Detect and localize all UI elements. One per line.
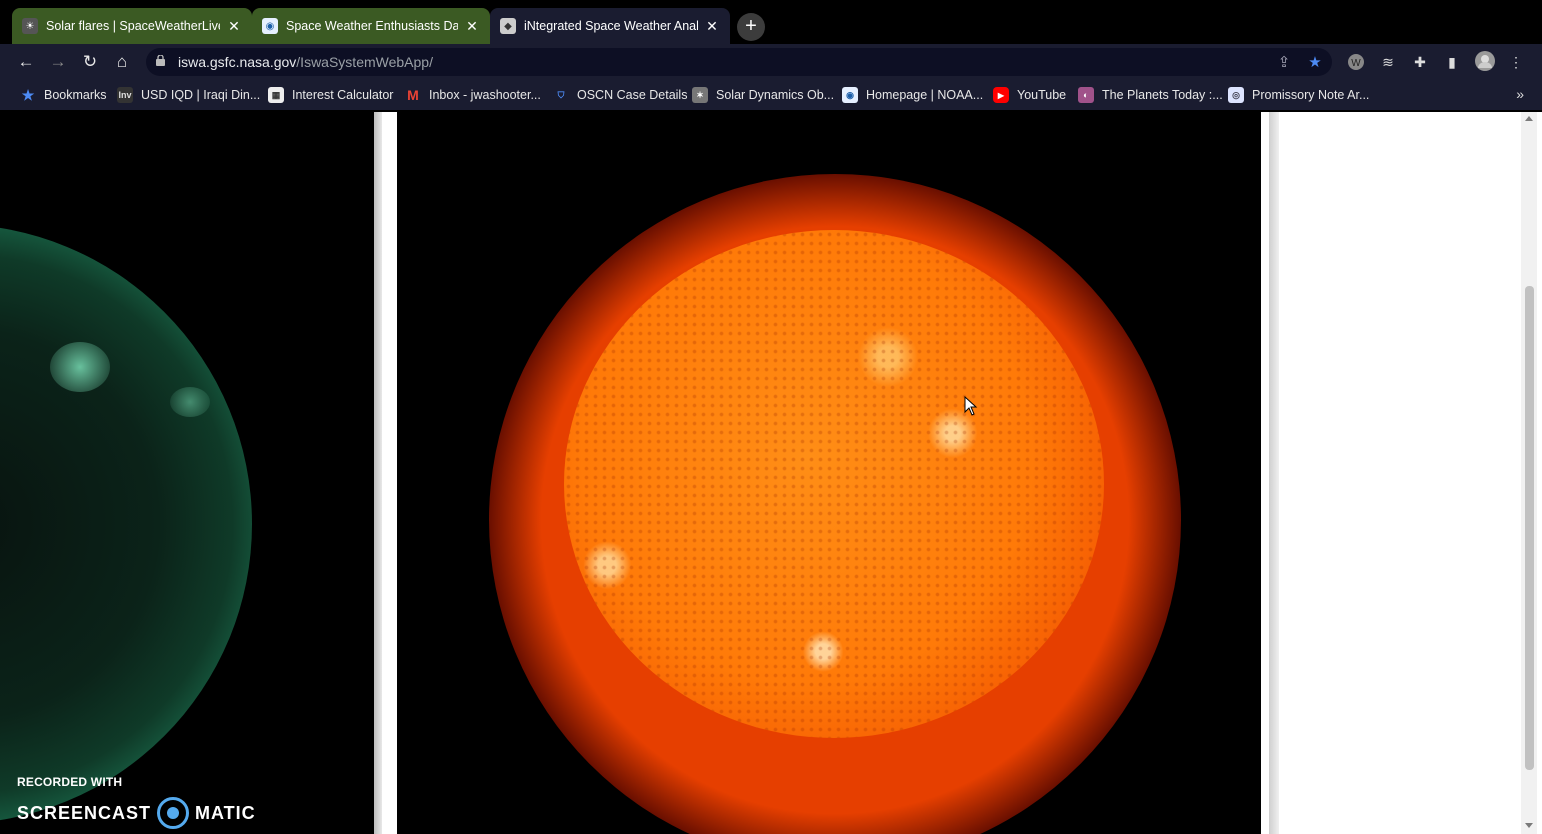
bookmark-item[interactable]: ⛉ OSCN Case Details xyxy=(553,86,688,104)
more-bookmarks-chevron-icon[interactable]: » xyxy=(1516,86,1524,102)
scroll-down-arrow-icon[interactable] xyxy=(1525,823,1533,828)
bookmark-label: OSCN Case Details xyxy=(577,88,688,102)
iswa-favicon-icon: ◆ xyxy=(500,18,516,34)
new-tab-button[interactable]: + xyxy=(737,13,765,41)
mouse-cursor-icon xyxy=(964,396,978,416)
url-text: iswa.gsfc.nasa.gov/IswaSystemWebApp/ xyxy=(178,54,433,70)
profile-avatar[interactable] xyxy=(1474,50,1496,72)
record-dot-icon xyxy=(157,797,190,829)
extension-wave-icon[interactable]: ≋ xyxy=(1379,53,1397,71)
share-icon[interactable]: ⇪ xyxy=(1275,54,1293,72)
active-region-spot xyxy=(50,342,110,392)
side-panel-icon[interactable]: ▮ xyxy=(1443,53,1461,71)
more-menu-icon[interactable]: ⋮ xyxy=(1507,53,1525,71)
watermark-brand: SCREENCAST MATIC xyxy=(17,797,256,829)
panel-gap xyxy=(382,112,397,834)
sdo-orange-sun-panel xyxy=(397,112,1261,834)
close-icon[interactable]: ✕ xyxy=(704,18,720,34)
watermark-brand-right: MATIC xyxy=(195,802,256,823)
gmail-icon: M xyxy=(407,87,419,103)
address-bar[interactable]: iswa.gsfc.nasa.gov/IswaSystemWebApp/ ⇪ ★ xyxy=(146,48,1332,76)
bookmark-label: Interest Calculator xyxy=(292,88,394,102)
noaa-favicon-icon: ◉ xyxy=(262,18,278,34)
sdo-green-sun-panel xyxy=(0,112,374,834)
bookmark-item[interactable]: ◉ Homepage | NOAA... xyxy=(842,86,983,104)
browser-toolbar: ← → ↻ ⌂ iswa.gsfc.nasa.gov/IswaSystemWeb… xyxy=(0,44,1542,80)
youtube-icon: ▶ xyxy=(993,87,1009,103)
panel-divider[interactable] xyxy=(374,112,382,834)
inv-icon: Inv xyxy=(117,87,133,103)
forward-arrow-icon[interactable]: → xyxy=(46,50,70,74)
back-arrow-icon[interactable]: ← xyxy=(14,50,38,74)
star-icon: ★ xyxy=(21,86,35,103)
reload-icon[interactable]: ↻ xyxy=(78,50,102,74)
tab-space-weather-dashboard[interactable]: ◉ Space Weather Enthusiasts Dash ✕ xyxy=(252,8,490,44)
green-sun-image xyxy=(0,224,252,824)
tab-title: iNtegrated Space Weather Analy xyxy=(524,19,698,33)
scroll-up-arrow-icon[interactable] xyxy=(1525,116,1533,121)
tab-title: Space Weather Enthusiasts Dash xyxy=(286,19,458,33)
bookmark-label: Inbox - jwashooter... xyxy=(429,88,541,102)
planets-icon: ◐ xyxy=(1078,87,1094,103)
url-host: iswa.gsfc.nasa.gov xyxy=(178,54,297,70)
bookmark-item[interactable]: ◐ The Planets Today :... xyxy=(1078,86,1223,104)
bookmark-item[interactable]: ▶ YouTube xyxy=(993,86,1066,104)
globe-icon: ◎ xyxy=(1228,87,1244,103)
screencast-watermark: RECORDED WITH SCREENCAST MATIC xyxy=(17,775,256,829)
puzzle-extensions-icon[interactable]: ✚ xyxy=(1411,53,1429,71)
satellite-icon: ✶ xyxy=(692,87,708,103)
tab-iswa[interactable]: ◆ iNtegrated Space Weather Analy ✕ xyxy=(490,8,730,44)
bookmark-item[interactable]: ★ Bookmarks xyxy=(20,86,107,104)
sun-surface-texture xyxy=(564,230,1104,738)
right-empty-panel xyxy=(1279,112,1521,834)
tab-strip: ☀ Solar flares | SpaceWeatherLive.c ✕ ◉ … xyxy=(0,0,1542,46)
tab-title: Solar flares | SpaceWeatherLive.c xyxy=(46,19,220,33)
bookmark-label: USD IQD | Iraqi Din... xyxy=(141,88,261,102)
lock-icon xyxy=(156,55,165,66)
close-icon[interactable]: ✕ xyxy=(464,18,480,34)
panel-gap xyxy=(1261,112,1269,834)
panel-divider[interactable] xyxy=(1269,112,1279,834)
active-region-spot xyxy=(170,387,210,417)
close-icon[interactable]: ✕ xyxy=(226,18,242,34)
watermark-recorded-with: RECORDED WITH xyxy=(17,775,123,789)
spaceweatherlive-favicon-icon: ☀ xyxy=(22,18,38,34)
calculator-icon: ▦ xyxy=(268,87,284,103)
bookmark-item[interactable]: M Inbox - jwashooter... xyxy=(405,86,541,104)
watermark-brand-left: SCREENCAST xyxy=(17,802,152,823)
bookmark-label: Bookmarks xyxy=(44,88,107,102)
bookmark-label: Homepage | NOAA... xyxy=(866,88,984,102)
bookmark-item[interactable]: ▦ Interest Calculator xyxy=(268,86,393,104)
bookmark-label: YouTube xyxy=(1017,88,1067,102)
page-content xyxy=(0,112,1542,834)
url-path: /IswaSystemWebApp/ xyxy=(296,54,433,70)
shield-icon: ⛉ xyxy=(557,89,565,100)
scrollbar-thumb[interactable] xyxy=(1525,286,1534,770)
orange-sun-image xyxy=(564,230,1104,738)
bookmark-star-icon[interactable]: ★ xyxy=(1306,54,1324,72)
tab-solar-flares[interactable]: ☀ Solar flares | SpaceWeatherLive.c ✕ xyxy=(12,8,252,44)
bookmark-label: Promissory Note Ar... xyxy=(1252,88,1370,102)
vertical-scrollbar[interactable] xyxy=(1521,112,1537,834)
bookmark-label: The Planets Today :... xyxy=(1102,88,1223,102)
home-icon[interactable]: ⌂ xyxy=(110,50,134,74)
bookmark-label: Solar Dynamics Ob... xyxy=(716,88,835,102)
bookmarks-bar: ★ Bookmarks Inv USD IQD | Iraqi Din... ▦… xyxy=(0,80,1542,110)
bookmark-item[interactable]: Inv USD IQD | Iraqi Din... xyxy=(117,86,260,104)
wordpress-extension-icon[interactable]: W xyxy=(1347,53,1365,71)
svg-text:W: W xyxy=(1351,58,1361,69)
bookmark-item[interactable]: ◎ Promissory Note Ar... xyxy=(1228,86,1369,104)
noaa-icon: ◉ xyxy=(842,87,858,103)
bookmark-item[interactable]: ✶ Solar Dynamics Ob... xyxy=(692,86,834,104)
